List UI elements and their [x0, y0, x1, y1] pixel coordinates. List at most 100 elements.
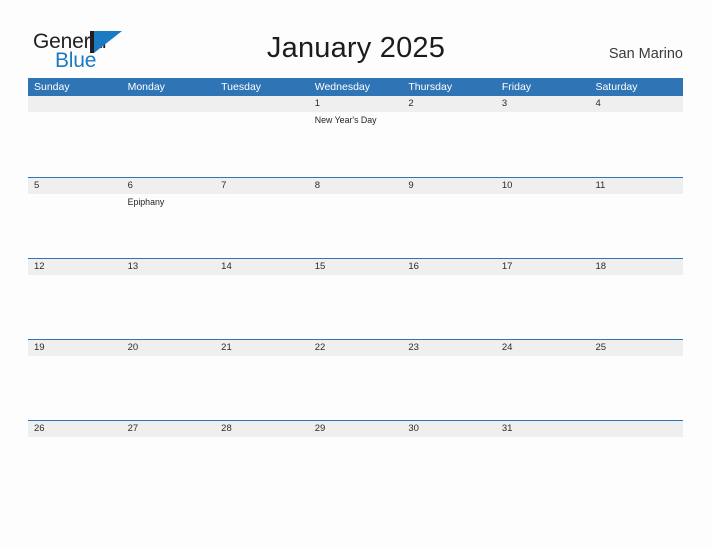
day-cell[interactable]: 16 — [402, 259, 496, 340]
day-cell[interactable]: 3 — [496, 96, 590, 177]
day-cell[interactable]: 20 — [122, 340, 216, 421]
day-events — [34, 194, 119, 197]
day-number: 24 — [501, 342, 513, 353]
day-number: 17 — [501, 261, 513, 272]
day-number: 14 — [221, 261, 232, 272]
day-cell[interactable]: 21 — [215, 340, 309, 421]
day-events — [595, 112, 680, 115]
day-number: 31 — [501, 423, 513, 434]
week-day-cells: 19 20 21 22 23 24 25 — [28, 340, 683, 421]
day-events — [128, 437, 213, 440]
weekday-wednesday: Wednesday — [314, 81, 370, 93]
day-cell[interactable]: 1 New Year's Day — [309, 96, 403, 177]
day-cell[interactable]: 6 Epiphany — [122, 178, 216, 259]
page-title: January 2025 — [266, 32, 446, 64]
day-number — [595, 421, 680, 437]
day-cell[interactable]: 15 — [309, 259, 403, 340]
day-number: 9 — [408, 180, 414, 191]
day-number: 10 — [501, 180, 513, 191]
calendar-week-row: 1 New Year's Day 2 3 4 — [28, 96, 683, 177]
day-cell[interactable]: 10 — [496, 178, 590, 259]
day-cell[interactable]: 22 — [309, 340, 403, 421]
day-cell[interactable]: 29 — [309, 421, 403, 502]
day-events — [595, 275, 680, 278]
day-cell[interactable]: 17 — [496, 259, 590, 340]
day-cell[interactable]: 25 — [589, 340, 683, 421]
day-cell[interactable]: 12 — [28, 259, 122, 340]
day-events — [502, 437, 587, 440]
calendar-week-row: 19 20 21 22 23 24 25 — [28, 339, 683, 420]
day-number: 28 — [221, 423, 232, 434]
weekday-header-row: Sunday Monday Tuesday Wednesday Thursday… — [28, 78, 683, 96]
day-cell[interactable]: 27 — [122, 421, 216, 502]
day-events — [502, 356, 587, 359]
week-day-cells: 26 27 28 29 30 31 — [28, 421, 683, 502]
day-cell[interactable]: 2 — [402, 96, 496, 177]
day-number — [34, 96, 119, 112]
day-cell[interactable]: 9 — [402, 178, 496, 259]
weekday-tuesday: Tuesday — [221, 81, 262, 93]
day-cell[interactable]: 13 — [122, 259, 216, 340]
day-events — [502, 275, 587, 278]
day-events — [408, 275, 493, 278]
day-events — [34, 356, 119, 359]
day-number: 25 — [595, 342, 607, 353]
day-events — [502, 112, 587, 115]
weekday-thursday: Thursday — [408, 81, 453, 93]
day-events — [315, 356, 400, 359]
weekday-saturday: Saturday — [595, 81, 638, 93]
day-number: 2 — [408, 98, 414, 109]
day-events — [128, 275, 213, 278]
day-events — [408, 437, 493, 440]
day-number: 22 — [314, 342, 326, 353]
day-number: 30 — [408, 423, 419, 434]
day-events — [221, 437, 306, 440]
day-cell[interactable]: 5 — [28, 178, 122, 259]
day-cell[interactable]: 24 — [496, 340, 590, 421]
day-cell-empty — [28, 96, 122, 177]
day-number: 4 — [595, 98, 601, 109]
week-day-cells: 5 6 Epiphany 7 8 9 10 11 — [28, 178, 683, 259]
day-number: 19 — [34, 342, 45, 353]
day-cell[interactable]: 11 — [589, 178, 683, 259]
day-events — [502, 194, 587, 197]
day-number: 21 — [221, 342, 232, 353]
day-number: 27 — [127, 423, 139, 434]
day-event-label: New Year's Day — [314, 115, 377, 125]
day-cell[interactable]: 14 — [215, 259, 309, 340]
calendar-grid: Sunday Monday Tuesday Wednesday Thursday… — [28, 78, 683, 501]
day-cell[interactable]: 7 — [215, 178, 309, 259]
day-number: 5 — [34, 180, 40, 191]
day-cell-empty — [589, 421, 683, 502]
day-events: New Year's Day — [315, 112, 400, 126]
day-events — [315, 194, 400, 197]
day-number: 1 — [314, 98, 321, 109]
day-cell[interactable]: 31 — [496, 421, 590, 502]
day-events — [595, 437, 680, 440]
day-cell[interactable]: 4 — [589, 96, 683, 177]
day-cell[interactable]: 19 — [28, 340, 122, 421]
day-cell[interactable]: 26 — [28, 421, 122, 502]
day-events — [595, 194, 680, 197]
day-cell[interactable]: 28 — [215, 421, 309, 502]
day-cell[interactable]: 18 — [589, 259, 683, 340]
day-events — [221, 356, 306, 359]
week-day-cells: 1 New Year's Day 2 3 4 — [28, 96, 683, 177]
day-events — [408, 194, 493, 197]
day-events — [34, 112, 119, 115]
day-cell[interactable]: 30 — [402, 421, 496, 502]
day-number: 3 — [501, 98, 508, 109]
weekday-sunday: Sunday — [34, 81, 70, 93]
day-number: 7 — [221, 180, 227, 191]
calendar-week-row: 12 13 14 15 16 17 18 — [28, 258, 683, 339]
day-number: 18 — [595, 261, 607, 272]
day-number: 26 — [34, 423, 45, 434]
day-events — [408, 112, 493, 115]
day-number: 23 — [408, 342, 419, 353]
day-cell[interactable]: 23 — [402, 340, 496, 421]
day-number — [128, 96, 213, 112]
day-events — [315, 437, 400, 440]
day-events: Epiphany — [128, 194, 213, 208]
location-label: San Marino — [608, 46, 683, 62]
day-cell[interactable]: 8 — [309, 178, 403, 259]
